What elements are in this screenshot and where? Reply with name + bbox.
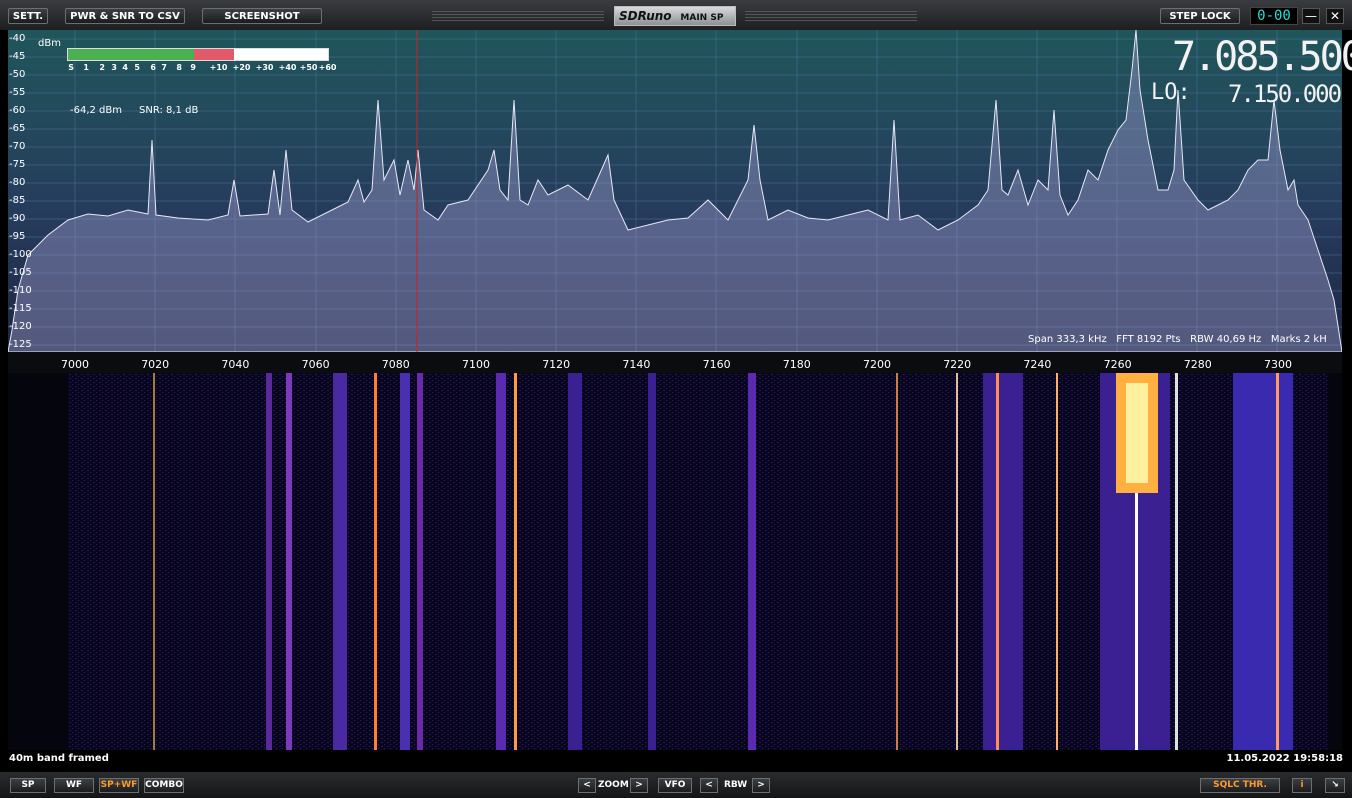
drag-grip-right[interactable] — [745, 11, 917, 21]
y-tick-label: -95 — [9, 231, 26, 242]
y-tick-label: -55 — [9, 87, 26, 98]
resize-icon[interactable]: ↘ — [1325, 778, 1345, 793]
rbw-prev-button[interactable]: < — [700, 778, 718, 793]
x-tick-label: 7200 — [863, 358, 891, 371]
vfo-frequency[interactable]: 7.085.500 — [1172, 34, 1352, 80]
x-tick-label: 7160 — [702, 358, 731, 371]
sqlc-threshold-button[interactable]: SQLC THR. — [1200, 778, 1280, 793]
lo-label: LO: — [1151, 80, 1191, 105]
window-name: MAIN SP — [680, 13, 724, 23]
y-tick-label: -40 — [9, 33, 26, 44]
y-tick-label: -65 — [9, 123, 26, 134]
x-tick-label: 7060 — [301, 358, 330, 371]
app-logo: SDRuno MAIN SP — [614, 6, 736, 26]
x-tick-label: 7080 — [381, 358, 410, 371]
y-tick-label: -70 — [9, 141, 26, 152]
s-meter-scale-label: +20 — [232, 63, 251, 72]
x-tick-label: 7000 — [61, 358, 89, 371]
s-meter-scale-label: +30 — [255, 63, 274, 72]
settings-button[interactable]: SETT. — [8, 8, 48, 24]
y-tick-label: -100 — [9, 249, 32, 260]
rbw-next-button[interactable]: > — [752, 778, 770, 793]
y-tick-label: -45 — [9, 51, 26, 62]
sp-wf-button[interactable]: SP+WF — [99, 778, 139, 793]
waterfall-display[interactable] — [8, 373, 1342, 750]
spectrum-info: Span 333,3 kHz FFT 8192 Pts RBW 40,69 Hz… — [1028, 334, 1327, 345]
y-tick-label: -85 — [9, 195, 26, 206]
brand-name: SDRuno — [619, 9, 672, 23]
s-meter-scale-label: 3 — [111, 63, 117, 72]
y-tick-label: -110 — [9, 285, 32, 296]
status-right: 11.05.2022 19:58:18 — [1226, 753, 1344, 764]
x-tick-label: 7260 — [1103, 358, 1132, 371]
x-tick-label: 7220 — [943, 358, 972, 371]
s-meter-scale-label: 7 — [161, 63, 167, 72]
x-tick-label: 7040 — [221, 358, 250, 371]
s-meter-scale-label: 6 — [150, 63, 156, 72]
waterfall-plot — [68, 373, 1328, 750]
y-tick-label: -115 — [9, 303, 32, 314]
spectrum-display[interactable] — [8, 30, 1342, 352]
combo-button[interactable]: COMBO — [144, 778, 184, 793]
s-meter-scale-label: S — [68, 63, 75, 72]
zoom-prev-button[interactable]: < — [578, 778, 596, 793]
x-tick-label: 7280 — [1183, 358, 1212, 371]
rbw-label: RBW — [724, 780, 748, 790]
s-meter-scale-label: 1 — [83, 63, 89, 72]
spectrum-trace — [8, 30, 1342, 352]
lo-frequency[interactable]: 7.150.000 — [1228, 80, 1342, 108]
spectrum-plot[interactable] — [8, 30, 1342, 352]
s-meter — [67, 48, 329, 61]
y-axis-unit: dBm — [38, 38, 61, 49]
status-row — [0, 750, 1352, 772]
signal-level: -64,2 dBm — [70, 105, 123, 116]
zoom-label: ZOOM — [598, 780, 629, 790]
x-tick-label: 7120 — [542, 358, 571, 371]
clock-display: 0-00 — [1250, 7, 1298, 25]
x-tick-label: 7180 — [782, 358, 811, 371]
y-tick-label: -125 — [9, 339, 32, 350]
minimize-icon[interactable]: — — [1302, 8, 1320, 24]
x-tick-label: 7100 — [462, 358, 490, 371]
step-lock-button[interactable]: STEP LOCK — [1160, 8, 1240, 24]
s-meter-green-bar — [68, 49, 194, 60]
y-tick-label: -60 — [9, 105, 26, 116]
info-button[interactable]: i — [1292, 778, 1312, 793]
s-meter-scale-label: 4 — [122, 63, 128, 72]
sp-button[interactable]: SP — [10, 778, 46, 793]
screenshot-button[interactable]: SCREENSHOT — [202, 8, 322, 24]
drag-grip-left[interactable] — [432, 11, 604, 21]
wf-button[interactable]: WF — [54, 778, 94, 793]
y-tick-label: -50 — [9, 69, 26, 80]
frequency-axis[interactable] — [8, 352, 1342, 373]
s-meter-scale-label: 8 — [176, 63, 182, 72]
x-tick-label: 7240 — [1023, 358, 1052, 371]
x-tick-label: 7020 — [141, 358, 170, 371]
status-left: 40m band framed — [9, 753, 109, 764]
s-meter-scale-label: +40 — [278, 63, 297, 72]
s-meter-scale-label: +50 — [299, 63, 318, 72]
snr-value: SNR: 8,1 dB — [139, 105, 199, 116]
s-meter-red-bar — [194, 49, 234, 60]
y-tick-label: -120 — [9, 321, 32, 332]
zoom-next-button[interactable]: > — [630, 778, 648, 793]
s-meter-scale-label: +10 — [209, 63, 228, 72]
vfo-button[interactable]: VFO — [658, 778, 692, 793]
s-meter-scale-label: 9 — [190, 63, 196, 72]
x-tick-label: 7140 — [622, 358, 651, 371]
y-tick-label: -90 — [9, 213, 26, 224]
y-tick-label: -80 — [9, 177, 26, 188]
pwr-snr-to-csv-button[interactable]: PWR & SNR TO CSV — [65, 8, 185, 24]
y-tick-label: -75 — [9, 159, 26, 170]
close-icon[interactable]: ✕ — [1326, 8, 1344, 24]
x-tick-label: 7300 — [1264, 358, 1292, 371]
s-meter-scale-label: 2 — [99, 63, 105, 72]
s-meter-scale-label: +60 — [318, 63, 337, 72]
y-tick-label: -105 — [9, 267, 32, 278]
s-meter-scale-label: 5 — [134, 63, 140, 72]
